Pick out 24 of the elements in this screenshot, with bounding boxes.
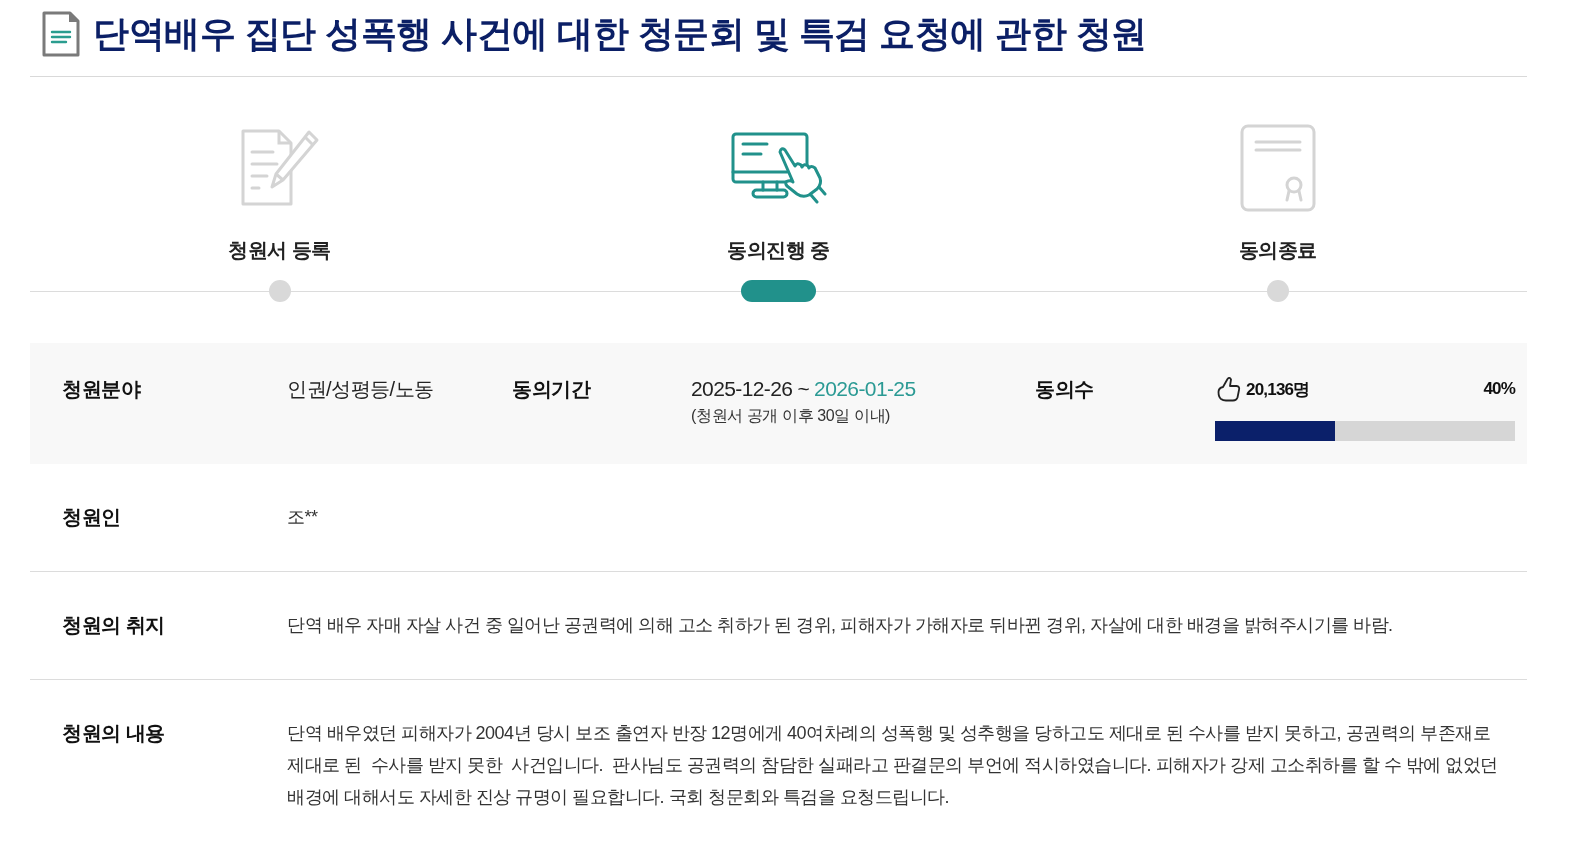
- tilde-text: ~: [797, 376, 810, 402]
- field-value: 인권/성평등/노동: [287, 377, 435, 402]
- field-label: 청원의 취지: [62, 613, 166, 638]
- field-value: 단역 배우 자매 자살 사건 중 일어난 공권력에 의해 고소 취하가 된 경위, 피해자가 가해자로 뒤바뀐 경위, 자살에 대한 배경을 밝혀주시기를 바람.: [287, 614, 1394, 637]
- document-icon: [42, 11, 80, 57]
- percent-text: 40%: [1483, 379, 1515, 399]
- field-value: 조**: [287, 506, 319, 529]
- field-label: 동의기간: [512, 377, 592, 402]
- field-label: 청원인: [62, 505, 122, 530]
- field-label: 청원의 내용: [62, 721, 166, 746]
- thumbs-up-icon: [1217, 376, 1241, 402]
- step-label: 청원서 등록: [228, 238, 331, 263]
- start-date: 2025-12-26: [691, 376, 793, 402]
- period-note: (청원서 공개 이후 30일 이내): [691, 406, 891, 426]
- step-label: 동의종료: [1238, 238, 1317, 263]
- agreement-count: 20,136명: [1246, 378, 1310, 401]
- page-title: 단역배우 집단 성폭행 사건에 대한 청문회 및 특검 요청에 관한 청원: [93, 12, 1147, 56]
- certificate-icon: [1239, 124, 1316, 212]
- monitor-hand-icon: [730, 132, 827, 204]
- step-label: 동의진행 중: [727, 238, 830, 263]
- field-value: 단역 배우였던 피해자가 2004년 당시 보조 출연자 반장 12명에게 40여차례의 성폭행 및 성추행을 당하고도 제대로 된 수사를 받지 못하고, 공권력의 부존재로 제대로 된 수사를 받지 못한 사건입니다. 판사님도 공권력의 참담한 실패라고 판결문의 부언에 적시하였습니다. 피해자가 강제 고소취하를 할 수 밖에 없었던 배경에 대해서도 자세한 진상 규명이 필요합니다. 국회 청문회와 특검을 요청드립니다.: [287, 722, 1499, 809]
- end-date: 2026-01-25: [814, 376, 916, 402]
- field-label: 청원분야: [62, 377, 142, 402]
- field-label: 동의수: [1035, 377, 1095, 402]
